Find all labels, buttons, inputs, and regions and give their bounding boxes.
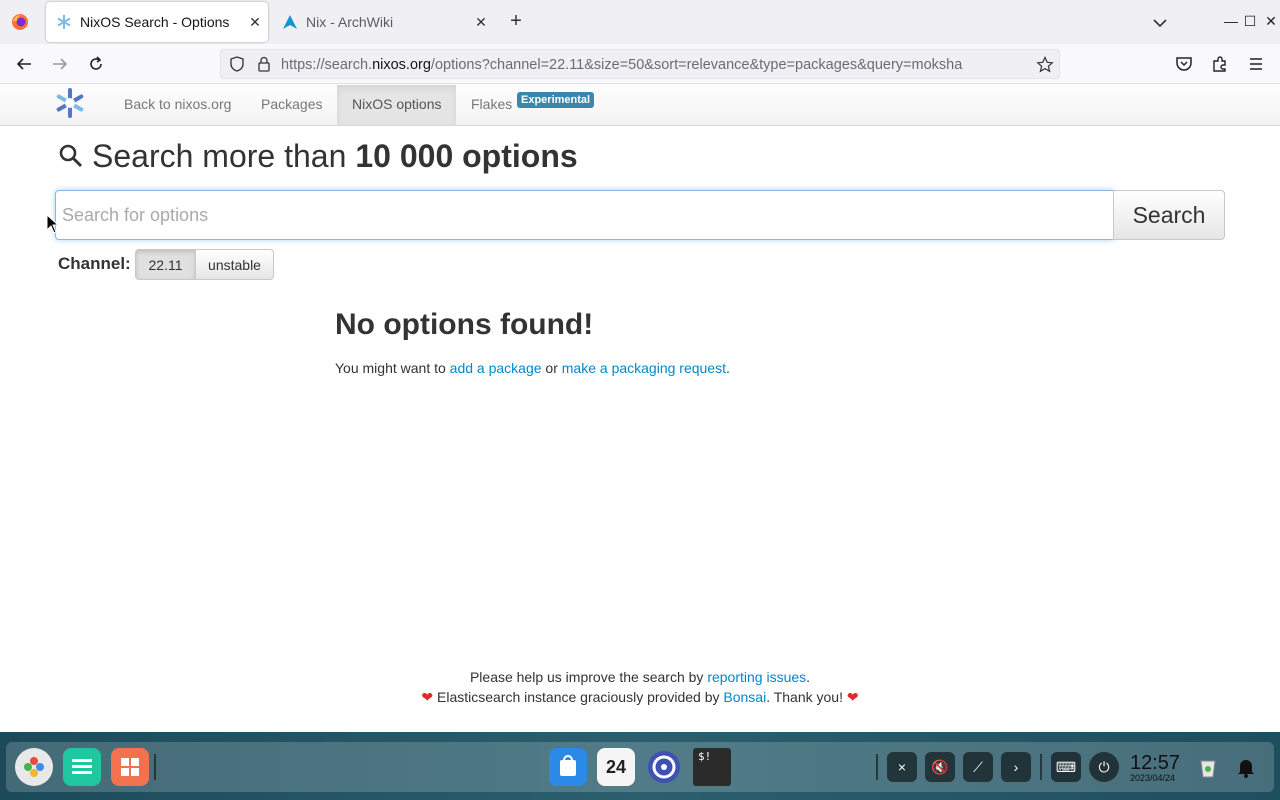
calendar-day: 24 [605, 756, 627, 777]
shield-icon[interactable] [229, 56, 245, 72]
packaging-request-link[interactable]: make a packaging request [562, 360, 726, 376]
taskbar-panel [6, 742, 1274, 792]
close-window-icon[interactable]: ✕ [1262, 12, 1280, 30]
taskbar-separator [876, 754, 878, 780]
tab-title: NixOS Search - Options [80, 14, 230, 30]
heart-icon: ❤ [421, 689, 434, 705]
message-text: . [725, 360, 730, 376]
clock-time[interactable]: 12:57 [1130, 752, 1180, 775]
taskbar-separator [1040, 754, 1042, 780]
nav-nixos-options[interactable]: NixOS options [337, 85, 457, 125]
search-heading: Search more than 10 000 options [58, 136, 578, 176]
keyboard-icon[interactable]: ⌨ [1051, 752, 1081, 782]
footer-text: Please help us improve the search by [469, 669, 704, 685]
browser-tab-bar: NixOS Search - Options ✕ Nix - ArchWiki … [0, 0, 1280, 44]
channel-label: Channel: [58, 254, 131, 273]
archlinux-favicon-icon [283, 15, 297, 29]
network-icon[interactable]: ⟋ [963, 752, 993, 782]
experimental-badge: Experimental [517, 92, 595, 108]
trash-icon[interactable] [1193, 752, 1223, 782]
chevron-down-icon[interactable] [1150, 13, 1170, 33]
footer-credits: ❤ Elasticsearch instance graciously prov… [0, 689, 1280, 706]
chevron-right-icon[interactable]: › [1001, 752, 1031, 782]
footer-text: . Thank you! [766, 689, 843, 705]
bonsai-link[interactable]: Bonsai [723, 689, 766, 705]
power-icon[interactable]: ⏻ [1089, 752, 1119, 782]
tab-title: Nix - ArchWiki [306, 14, 394, 30]
nixos-logo-icon[interactable] [54, 87, 86, 119]
lock-icon[interactable] [257, 56, 271, 72]
channel-option-22-11[interactable]: 22.11 [135, 249, 196, 280]
tab-archwiki[interactable]: Nix - ArchWiki ✕ [272, 2, 494, 42]
heading-count: 10 000 options [355, 137, 578, 174]
file-manager-icon[interactable] [63, 748, 101, 786]
search-icon [59, 144, 83, 168]
window-close-tray-icon[interactable]: × [887, 752, 917, 782]
heart-icon: ❤ [846, 689, 859, 705]
taskbar-separator [154, 754, 156, 780]
settings-gear-icon[interactable] [645, 748, 683, 786]
app-grid-icon[interactable] [111, 748, 149, 786]
calendar-icon[interactable]: 24 [597, 748, 635, 786]
firefox-icon[interactable] [10, 12, 30, 32]
clock-date: 2023/04/24 [1130, 773, 1176, 783]
footer-feedback: Please help us improve the search by rep… [0, 669, 1280, 685]
close-tab-icon[interactable]: ✕ [242, 14, 268, 31]
no-results-heading: No options found! [335, 308, 594, 341]
search-input[interactable] [55, 190, 1114, 240]
app-launcher-icon[interactable] [15, 748, 53, 786]
nixos-favicon-icon [57, 15, 71, 29]
nav-back-to-nixos[interactable]: Back to nixos.org [109, 85, 246, 125]
address-bar[interactable]: https://search.nixos.org/options?channel… [220, 49, 1060, 79]
volume-muted-icon[interactable]: 🔇 [925, 752, 955, 782]
message-text: or [545, 360, 558, 376]
add-package-link[interactable]: add a package [450, 360, 542, 376]
pocket-icon[interactable] [1172, 52, 1196, 76]
app-store-icon[interactable] [549, 748, 587, 786]
url-text: https://search.nixos.org/options?channel… [281, 57, 963, 73]
terminal-icon[interactable]: $! [693, 748, 731, 786]
hamburger-menu-icon[interactable] [1244, 52, 1268, 76]
notification-bell-icon[interactable] [1231, 752, 1261, 782]
extensions-icon[interactable] [1208, 52, 1232, 76]
search-button[interactable]: Search [1113, 190, 1225, 240]
reporting-issues-link[interactable]: reporting issues [707, 669, 806, 685]
heading-prefix: Search more than [92, 137, 347, 174]
new-tab-icon[interactable]: + [504, 10, 528, 34]
desktop-taskbar: 24 $! × 🔇 ⟋ › ⌨ ⏻ [0, 732, 1280, 800]
channel-option-unstable[interactable]: unstable [196, 249, 274, 280]
minimize-icon[interactable]: — [1222, 12, 1240, 30]
terminal-glyph: $! [698, 750, 712, 763]
mouse-cursor-icon [46, 214, 60, 234]
site-navbar: Back to nixos.org Packages NixOS options… [0, 85, 1280, 126]
footer-text: . [806, 669, 811, 685]
browser-toolbar: https://search.nixos.org/options?channel… [0, 44, 1280, 84]
bookmark-star-icon[interactable] [1036, 56, 1054, 74]
forward-arrow-icon[interactable] [48, 52, 72, 76]
back-arrow-icon[interactable] [12, 52, 36, 76]
maximize-icon[interactable]: ☐ [1241, 12, 1259, 30]
no-results-message: You might want to add a package or make … [335, 360, 730, 376]
close-tab-icon[interactable]: ✕ [468, 14, 494, 31]
footer-text: Elasticsearch instance graciously provid… [437, 689, 720, 705]
reload-icon[interactable] [84, 52, 108, 76]
tab-nixos-search[interactable]: NixOS Search - Options ✕ [46, 2, 268, 42]
nav-packages[interactable]: Packages [246, 85, 337, 125]
message-text: You might want to [335, 360, 446, 376]
